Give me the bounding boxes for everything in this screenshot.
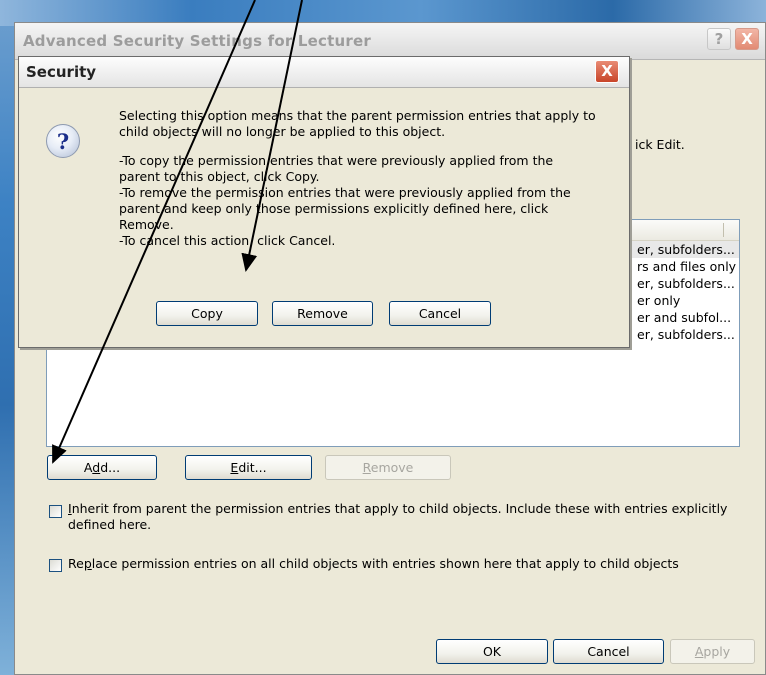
edit-button[interactable]: Edit...: [185, 455, 312, 480]
apply-to-cell: er, subfolders...: [637, 276, 735, 291]
replace-label-text: lace permission entries on all child obj…: [91, 556, 679, 571]
instruction-line: -To copy the permission entries that wer…: [119, 153, 554, 168]
message-line: Selecting this option means that the par…: [119, 108, 596, 123]
instruction-line: parent to this object, click Copy.: [119, 169, 320, 184]
add-button[interactable]: Add...: [47, 455, 157, 480]
main-window-title: Advanced Security Settings for Lecturer: [23, 32, 371, 50]
apply-to-cell: rs and files only: [637, 259, 737, 274]
instruction-line: Remove.: [119, 217, 174, 232]
apply-to-cell: er, subfolders...: [637, 327, 735, 342]
main-titlebar[interactable]: Advanced Security Settings for Lecturer …: [15, 23, 765, 60]
apply-button[interactable]: Apply: [670, 639, 755, 664]
replace-label-accel: p: [83, 556, 92, 571]
security-titlebar[interactable]: Security X: [19, 57, 629, 88]
instructions-text: ick Edit.: [635, 137, 685, 152]
question-icon: ?: [46, 124, 80, 158]
column-separator: [723, 223, 724, 237]
security-dialog: Security X ? Selecting this option means…: [18, 56, 630, 348]
apply-label-post: pply: [703, 644, 731, 659]
message-line: child objects will no longer be applied …: [119, 124, 446, 139]
replace-label-pre: Re: [68, 556, 84, 571]
remove-label-post: emove: [370, 460, 414, 475]
add-label-accel: d: [92, 460, 101, 475]
security-message: Selecting this option means that the par…: [119, 108, 619, 249]
add-label-post: d...: [100, 460, 121, 475]
edit-label-post: dit...: [238, 460, 267, 475]
inherit-label-text: nherit from parent the permission entrie…: [68, 501, 728, 532]
apply-to-cell: er only: [637, 293, 681, 308]
remove-label-accel: R: [362, 460, 371, 475]
ok-button[interactable]: OK: [436, 639, 548, 664]
cancel-button[interactable]: Cancel: [553, 639, 664, 664]
instruction-line: -To cancel this action, click Cancel.: [119, 233, 336, 248]
main-close-button[interactable]: X: [735, 28, 759, 50]
instruction-line: -To remove the permission entries that w…: [119, 185, 571, 200]
inherit-checkbox-label[interactable]: Inherit from parent the permission entri…: [68, 501, 758, 533]
apply-to-cell: er, subfolders...: [637, 242, 735, 257]
apply-to-cell: er and subfol...: [637, 310, 732, 325]
question-mark-glyph: ?: [56, 129, 70, 154]
add-label-pre: A: [83, 460, 93, 475]
security-dialog-title: Security: [26, 63, 97, 81]
help-button[interactable]: ?: [707, 28, 731, 50]
instruction-line: parent and keep only those permissions e…: [119, 201, 549, 216]
copy-button[interactable]: Copy: [156, 301, 258, 326]
dialog-cancel-button[interactable]: Cancel: [389, 301, 491, 326]
remove-button[interactable]: Remove: [272, 301, 373, 326]
inherit-checkbox[interactable]: [49, 505, 62, 518]
replace-checkbox[interactable]: [49, 559, 62, 572]
security-close-button[interactable]: X: [595, 60, 619, 83]
replace-checkbox-label[interactable]: Replace permission entries on all child …: [68, 556, 758, 572]
remove-entry-button[interactable]: Remove: [325, 455, 451, 480]
